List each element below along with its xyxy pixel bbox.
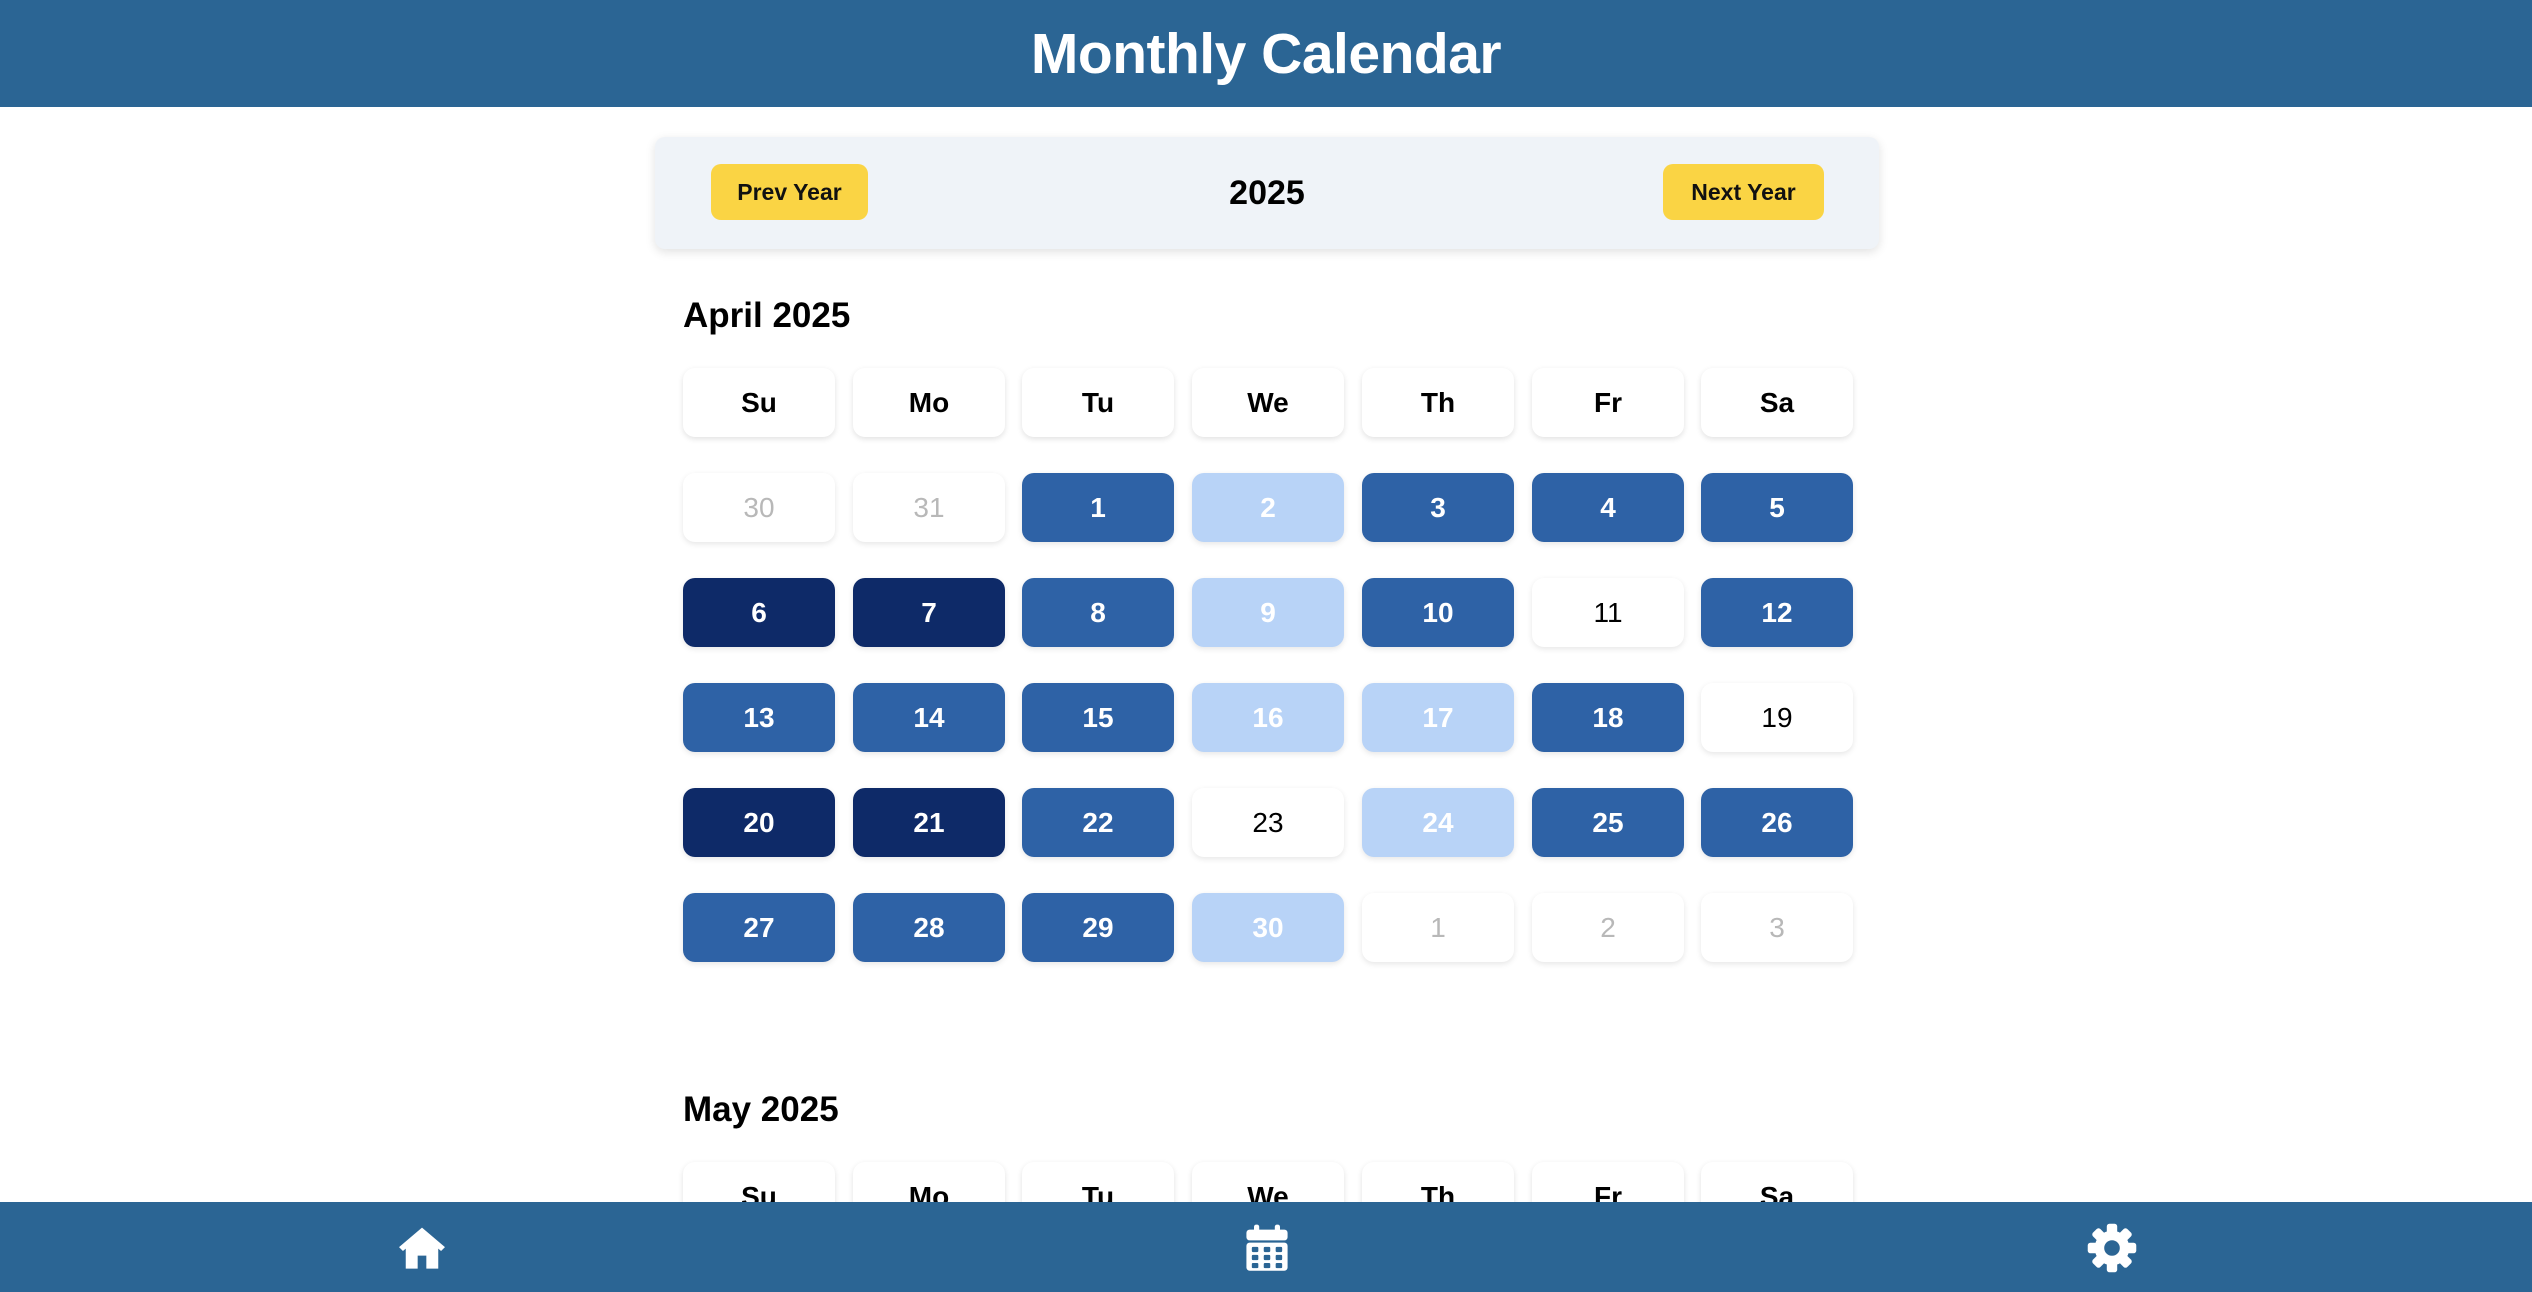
calendar-day[interactable]: 8 [1022, 578, 1174, 647]
bottom-navigation [0, 1202, 2532, 1292]
calendar-day[interactable]: 19 [1701, 683, 1853, 752]
calendar-day-outside[interactable]: 3 [1701, 893, 1853, 962]
page-title: Monthly Calendar [1030, 21, 1502, 86]
calendar-day[interactable]: 14 [853, 683, 1005, 752]
calendar-day[interactable]: 1 [1022, 473, 1174, 542]
weekday-header: Tu [1022, 368, 1174, 437]
calendar-icon[interactable] [1241, 1222, 1293, 1274]
calendar-day[interactable]: 23 [1192, 788, 1344, 857]
calendar-day[interactable]: 18 [1532, 683, 1684, 752]
calendar-day[interactable]: 7 [853, 578, 1005, 647]
calendar-day[interactable]: 6 [683, 578, 835, 647]
month-title-april: April 2025 [683, 296, 851, 335]
calendar-day-outside[interactable]: 2 [1532, 893, 1684, 962]
calendar-day[interactable]: 30 [1192, 893, 1344, 962]
calendar-day[interactable]: 20 [683, 788, 835, 857]
weekday-header: Mo [853, 368, 1005, 437]
calendar-day[interactable]: 12 [1701, 578, 1853, 647]
calendar-day[interactable]: 25 [1532, 788, 1684, 857]
app-header: Monthly Calendar [0, 0, 2532, 107]
prev-year-button[interactable]: Prev Year [711, 164, 868, 220]
weekday-header: Sa [1701, 368, 1853, 437]
calendar-day[interactable]: 5 [1701, 473, 1853, 542]
calendar-day[interactable]: 4 [1532, 473, 1684, 542]
calendar-day[interactable]: 16 [1192, 683, 1344, 752]
weekday-header: Su [683, 368, 835, 437]
calendar-day[interactable]: 10 [1362, 578, 1514, 647]
year-navigation: Prev Year 2025 Next Year [655, 137, 1879, 249]
calendar-day-outside[interactable]: 31 [853, 473, 1005, 542]
calendar-day[interactable]: 27 [683, 893, 835, 962]
month-grid-april: Su Mo Tu We Th Fr Sa 30 31 1 2 3 4 5 6 7 8 9 10 11 12 13 14 15 1… [683, 368, 1853, 962]
calendar-day[interactable]: 17 [1362, 683, 1514, 752]
weekday-header: Fr [1532, 368, 1684, 437]
calendar-day[interactable]: 11 [1532, 578, 1684, 647]
calendar-day[interactable]: 24 [1362, 788, 1514, 857]
calendar-day[interactable]: 22 [1022, 788, 1174, 857]
calendar-day[interactable]: 2 [1192, 473, 1344, 542]
calendar-day[interactable]: 26 [1701, 788, 1853, 857]
calendar-day[interactable]: 29 [1022, 893, 1174, 962]
calendar-day[interactable]: 9 [1192, 578, 1344, 647]
weekday-header: We [1192, 368, 1344, 437]
next-year-button[interactable]: Next Year [1663, 164, 1824, 220]
calendar-day-outside[interactable]: 30 [683, 473, 835, 542]
calendar-day[interactable]: 28 [853, 893, 1005, 962]
calendar-day[interactable]: 15 [1022, 683, 1174, 752]
gear-icon[interactable] [2086, 1222, 2138, 1274]
calendar-day[interactable]: 21 [853, 788, 1005, 857]
calendar-day-outside[interactable]: 1 [1362, 893, 1514, 962]
calendar-day[interactable]: 3 [1362, 473, 1514, 542]
month-title-may: May 2025 [683, 1090, 839, 1129]
calendar-day[interactable]: 13 [683, 683, 835, 752]
weekday-header: Th [1362, 368, 1514, 437]
home-icon[interactable] [396, 1222, 448, 1274]
